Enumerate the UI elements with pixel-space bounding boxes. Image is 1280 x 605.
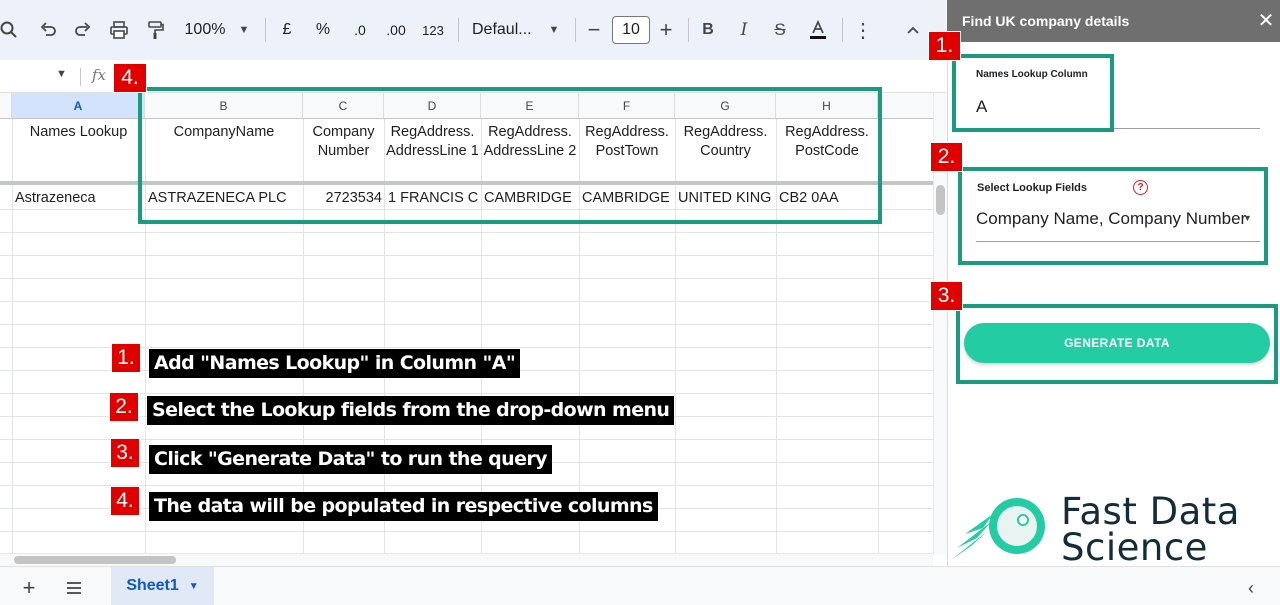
- number-format-button[interactable]: 123: [420, 18, 446, 42]
- redo-icon[interactable]: [71, 18, 95, 42]
- paint-format-icon[interactable]: [143, 18, 167, 42]
- add-sheet-icon[interactable]: +: [18, 575, 40, 600]
- percent-format-button[interactable]: %: [312, 18, 334, 42]
- instruction-1: Add "Names Lookup" in Column "A": [149, 349, 521, 378]
- font-size-input[interactable]: 10: [612, 16, 650, 44]
- decrease-font-size-icon[interactable]: −: [584, 17, 604, 42]
- cell-header-names-lookup[interactable]: Names Lookup: [12, 123, 145, 142]
- instruction-4: The data will be populated in respective…: [149, 492, 658, 521]
- close-icon[interactable]: ✕: [1256, 11, 1276, 31]
- zoom-chevron-down-icon[interactable]: ▼: [236, 18, 252, 42]
- undo-icon[interactable]: [36, 18, 60, 42]
- grid-line: [0, 255, 933, 256]
- instruction-3: Click "Generate Data" to run the query: [149, 445, 552, 474]
- bold-icon[interactable]: B: [698, 18, 718, 42]
- annotation-box-output-columns: [138, 87, 882, 224]
- grid-line: [0, 232, 933, 233]
- sheet-tab-label: Sheet1: [126, 577, 179, 594]
- annotation-box-generate-button: [956, 304, 1278, 384]
- cell-names-lookup[interactable]: Astrazeneca: [15, 190, 143, 206]
- decrease-decimal-button[interactable]: .0: [347, 18, 373, 42]
- annotation-tag-3: 3.: [930, 281, 963, 311]
- column-header-a[interactable]: A: [12, 93, 145, 119]
- annotation-tag-2: 2.: [930, 142, 963, 172]
- grid-line: [0, 531, 933, 532]
- select-all-corner[interactable]: [0, 93, 12, 119]
- formula-divider: [80, 68, 81, 86]
- toolbar-divider: [265, 18, 266, 42]
- instruction-tag-4: 4.: [110, 486, 140, 516]
- logo-text-line1: Fast Data: [1061, 490, 1240, 533]
- grid-line: [0, 393, 933, 394]
- logo-text-line2: Science: [1061, 526, 1208, 569]
- font-chevron-down-icon[interactable]: ▼: [546, 18, 562, 42]
- grid-line: [0, 278, 933, 279]
- font-select[interactable]: Defaul...: [472, 18, 538, 42]
- function-icon: fx: [92, 66, 107, 84]
- toolbar-divider: [842, 18, 843, 42]
- app-root: { "toolbar": { "zoom": "100%", "currency…: [0, 0, 1280, 605]
- toolbar-divider: [575, 18, 576, 42]
- more-options-icon[interactable]: ⋮: [853, 18, 873, 42]
- text-color-icon[interactable]: [806, 18, 830, 42]
- vertical-scroll-thumb[interactable]: [936, 185, 945, 215]
- annotation-box-lookup-column: [952, 54, 1114, 132]
- sheet-tab-chevron-down-icon[interactable]: ▼: [189, 581, 199, 592]
- print-icon[interactable]: [107, 18, 131, 42]
- fast-data-science-logo-icon: [947, 492, 1047, 564]
- currency-format-button[interactable]: £: [277, 18, 297, 42]
- toolbar-pill: [0, 8, 940, 52]
- column-header-blank: [878, 93, 933, 119]
- search-icon[interactable]: [0, 18, 20, 42]
- zoom-select[interactable]: 100%: [180, 18, 230, 42]
- toolbar-divider: [458, 18, 459, 42]
- name-box-chevron-down-icon[interactable]: ▼: [56, 68, 67, 80]
- annotation-box-lookup-fields: [958, 167, 1268, 265]
- instruction-tag-3: 3.: [110, 438, 140, 468]
- toolbar-divider: [688, 18, 689, 42]
- side-panel-title: Find UK company details: [947, 0, 1280, 42]
- sheet-tab[interactable]: Sheet1 ▼: [111, 567, 214, 605]
- increase-font-size-icon[interactable]: +: [656, 17, 676, 42]
- side-panel-toggle-chevron-left-icon[interactable]: ‹: [1248, 578, 1254, 599]
- instruction-tag-1: 1.: [111, 343, 141, 373]
- strikethrough-icon[interactable]: S: [769, 18, 791, 42]
- collapse-menus-icon[interactable]: [903, 18, 923, 42]
- horizontal-scroll-thumb[interactable]: [14, 556, 176, 564]
- all-sheets-icon[interactable]: [63, 576, 85, 600]
- grid-line: [0, 301, 933, 302]
- increase-decimal-button[interactable]: .00: [383, 18, 409, 42]
- instruction-2: Select the Lookup fields from the drop-d…: [147, 396, 675, 425]
- instruction-tag-2: 2.: [109, 392, 139, 422]
- grid-line: [0, 324, 933, 325]
- italic-icon[interactable]: I: [734, 18, 754, 42]
- annotation-tag-1: 1.: [928, 31, 961, 61]
- annotation-tag-4: 4.: [113, 63, 147, 93]
